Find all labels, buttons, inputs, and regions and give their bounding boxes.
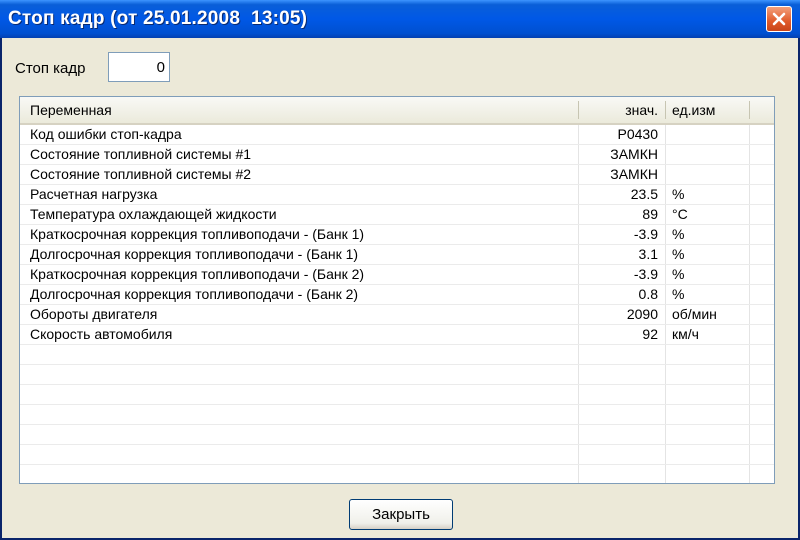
row-value: ЗАМКН (610, 146, 658, 162)
row-value (580, 365, 658, 384)
row-name: Краткосрочная коррекция топливоподачи - … (30, 266, 365, 282)
column-divider[interactable] (749, 101, 750, 119)
row-name: Температура охлаждающей жидкости (30, 206, 277, 222)
frame-label: Стоп кадр (15, 60, 86, 77)
row-unit: % (672, 266, 685, 282)
row-unit (672, 445, 747, 464)
table-row[interactable] (20, 365, 774, 385)
table-header: Переменная знач. ед.изм (20, 97, 774, 125)
column-divider[interactable] (665, 101, 666, 119)
column-divider[interactable] (578, 101, 579, 119)
row-value: 92 (642, 326, 658, 342)
table-row[interactable]: Краткосрочная коррекция топливоподачи - … (20, 265, 774, 285)
table-row[interactable]: Состояние топливной системы #1 ЗАМКН (20, 145, 774, 165)
table-row[interactable]: Долгосрочная коррекция топливоподачи - (… (20, 285, 774, 305)
table-row[interactable] (20, 345, 774, 365)
row-unit: км/ч (672, 326, 699, 342)
column-header-value[interactable]: знач. (580, 97, 658, 123)
row-value (580, 445, 658, 464)
title-bar[interactable]: Стоп кадр (от 25.01.2008 13:05) (0, 0, 800, 38)
row-unit: % (672, 286, 685, 302)
title-close-button[interactable] (766, 6, 792, 32)
table-row[interactable]: Долгосрочная коррекция топливоподачи - (… (20, 245, 774, 265)
row-value: 2090 (626, 306, 658, 322)
row-value: 89 (642, 206, 658, 222)
row-name (30, 425, 575, 444)
row-value (580, 465, 658, 483)
parameters-table[interactable]: Переменная знач. ед.изм Код ошибки стоп-… (19, 96, 775, 484)
row-unit: % (672, 186, 685, 202)
table-row[interactable] (20, 465, 774, 483)
row-name (30, 345, 575, 364)
row-name: Обороты двигателя (30, 306, 158, 322)
table-row[interactable]: Обороты двигателя 2090 об/мин (20, 305, 774, 325)
table-row[interactable]: Состояние топливной системы #2 ЗАМКН (20, 165, 774, 185)
row-name: Долгосрочная коррекция топливоподачи - (… (30, 246, 359, 262)
row-unit: % (672, 246, 685, 262)
row-value: -3.9 (633, 266, 658, 282)
table-row[interactable]: Код ошибки стоп-кадра P0430 (20, 125, 774, 145)
row-unit (672, 405, 747, 424)
table-body: Код ошибки стоп-кадра P0430 Состояние топл… (20, 125, 774, 483)
table-row[interactable]: Температура охлаждающей жидкости 89 °C (20, 205, 774, 225)
row-value: 0.8 (638, 286, 658, 302)
row-name: Долгосрочная коррекция топливоподачи - (… (30, 286, 359, 302)
row-name: Краткосрочная коррекция топливоподачи - … (30, 226, 365, 242)
row-value: ЗАМКН (610, 166, 658, 182)
table-row[interactable] (20, 425, 774, 445)
row-name (30, 385, 575, 404)
row-unit (672, 425, 747, 444)
row-value (580, 385, 658, 404)
row-value (580, 425, 658, 444)
row-unit (672, 465, 747, 483)
row-name: Состояние топливной системы #1 (30, 146, 252, 162)
row-name: Скорость автомобиля (30, 326, 173, 342)
column-header-unit[interactable]: ед.изм (672, 97, 747, 123)
table-row[interactable]: Скорость автомобиля 92 км/ч (20, 325, 774, 345)
row-value: P0430 (617, 126, 658, 142)
row-value (580, 405, 658, 424)
row-unit (672, 365, 747, 384)
row-name (30, 445, 575, 464)
row-unit: об/мин (672, 306, 717, 322)
close-button[interactable]: Закрыть (349, 499, 453, 530)
table-row[interactable] (20, 445, 774, 465)
column-header-variable[interactable]: Переменная (30, 97, 575, 123)
row-name: Код ошибки стоп-кадра (30, 126, 182, 142)
table-row[interactable]: Краткосрочная коррекция топливоподачи - … (20, 225, 774, 245)
row-unit (672, 125, 747, 144)
row-name (30, 465, 575, 483)
row-name: Расчетная нагрузка (30, 186, 158, 202)
row-unit: % (672, 226, 685, 242)
row-value: -3.9 (633, 226, 658, 242)
row-unit (672, 385, 747, 404)
close-icon (772, 12, 786, 26)
row-value: 3.1 (638, 246, 658, 262)
row-unit (672, 345, 747, 364)
row-name: Состояние топливной системы #2 (30, 166, 252, 182)
row-value: 23.5 (630, 186, 658, 202)
row-name (30, 365, 575, 384)
table-row[interactable] (20, 385, 774, 405)
window-title: Стоп кадр (от 25.01.2008 13:05) (8, 8, 308, 29)
row-value (580, 345, 658, 364)
dialog-window: Стоп кадр (от 25.01.2008 13:05) Стоп кад… (0, 0, 800, 540)
row-unit: °C (672, 206, 688, 222)
frame-number-input[interactable] (108, 52, 170, 82)
row-name (30, 405, 575, 424)
table-row[interactable] (20, 405, 774, 425)
row-unit (672, 145, 747, 164)
row-unit (672, 165, 747, 184)
table-row[interactable]: Расчетная нагрузка 23.5% (20, 185, 774, 205)
